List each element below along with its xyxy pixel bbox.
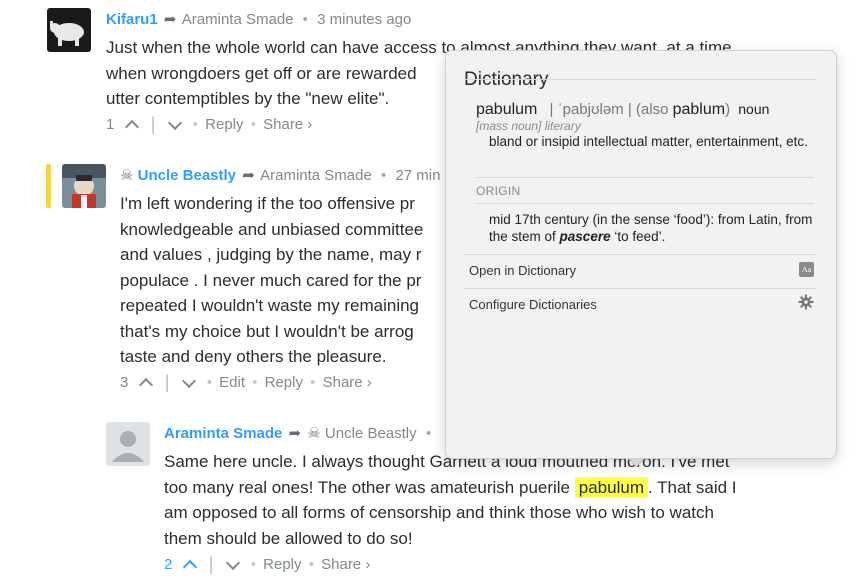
divider (464, 288, 816, 289)
divider: | (208, 554, 214, 574)
comment-meta: Kifaru1 ➦ Araminta Smade • 3 minutes ago (106, 10, 411, 28)
comment-meta: Araminta Smade ➦ ☠ Uncle Beastly • (164, 424, 436, 442)
definition: bland or insipid intellectual matter, en… (489, 134, 808, 149)
comment-meta: ☠ Uncle Beastly ➦ Araminta Smade • 27 mi… (120, 166, 440, 184)
open-in-dictionary[interactable]: Open in Dictionary (469, 263, 576, 278)
reply-button[interactable]: Reply (263, 556, 301, 573)
headword-line: pabulum | ˈpabjʊləm | (also pablum) noun (476, 101, 769, 119)
downvote-icon[interactable] (181, 373, 196, 388)
comment-actions: 1 | • Reply • Share › (106, 114, 312, 135)
separator-dot: • (310, 374, 316, 391)
comment-line: that's my choice but I wouldn't be arrog (120, 321, 414, 341)
share-button[interactable]: Share › (321, 556, 370, 573)
downvote-icon[interactable] (167, 115, 182, 130)
reply-arrow-icon: ➦ (242, 167, 255, 184)
vote-count: 3 (120, 374, 129, 391)
separator-dot: • (425, 425, 432, 442)
edit-button[interactable]: Edit (219, 374, 245, 391)
separator-dot: • (206, 374, 212, 391)
divider (476, 203, 814, 204)
comment-line: and values , judging by the name, may r (120, 245, 422, 264)
configure-dictionaries[interactable]: Configure Dictionaries (469, 297, 597, 312)
skull-icon: ☠ (307, 425, 321, 442)
comment-line: them should be allowed to do so! (164, 528, 413, 548)
comment-line: repeated I wouldn't waste my remaining (120, 296, 420, 315)
comment-line: taste and deny others the pleasure. (120, 347, 387, 366)
comment-text: . That said I (647, 477, 737, 497)
comment-line: am opposed to all forms of censorship an… (164, 503, 714, 522)
register-label: [mass noun] literary (476, 119, 581, 133)
avatar[interactable] (47, 8, 91, 52)
separator-dot: • (250, 556, 256, 573)
timestamp[interactable]: 27 min (395, 167, 440, 184)
separator-dot: • (381, 167, 387, 184)
dictionary-app-icon[interactable]: Aa (799, 262, 814, 277)
origin-text: mid 17th century (in the sense ‘food’): … (489, 212, 813, 244)
upvote-icon[interactable] (124, 119, 139, 134)
separator-dot: • (302, 11, 308, 28)
part-of-speech: noun (738, 101, 770, 117)
share-button[interactable]: Share › (323, 374, 372, 391)
share-button[interactable]: Share › (263, 116, 312, 133)
popover-title: Dictionary (464, 69, 549, 90)
divider (464, 254, 816, 255)
divider: | (164, 372, 170, 392)
origin-word: pascere (559, 229, 611, 244)
upvote-icon[interactable] (182, 559, 197, 574)
reply-to-link[interactable]: Araminta Smade (260, 167, 372, 184)
avatar[interactable] (62, 164, 106, 208)
variant: (also pablum) (635, 101, 731, 118)
divider (464, 79, 816, 80)
divider (476, 177, 814, 178)
reply-arrow-icon: ➦ (163, 11, 177, 28)
comment-actions: 2 | • Reply • Share › (164, 554, 370, 575)
highlighted-word[interactable]: pabulum (574, 476, 648, 498)
skull-icon: ☠ (120, 167, 134, 184)
comment-line: knowledgeable and unbiased committee (120, 219, 424, 239)
origin-label: ORIGIN (476, 184, 521, 198)
reply-button[interactable]: Reply (205, 116, 243, 133)
comment-line: I'm left wondering if the too offensive … (120, 194, 415, 213)
author-link[interactable]: Kifaru1 (106, 11, 158, 28)
comment-line: too many real ones! The other was amateu… (164, 475, 737, 501)
new-comment-indicator (46, 164, 51, 208)
downvote-icon[interactable] (225, 555, 240, 570)
reply-to-link[interactable]: Uncle Beastly (325, 425, 417, 442)
upvote-icon[interactable] (138, 377, 153, 392)
divider: | (150, 114, 156, 134)
comment-text: too many real ones! The other was amateu… (164, 477, 571, 497)
comment-body: Same here uncle. I always thought Garnet… (164, 449, 737, 551)
variant-word: pablum (672, 101, 726, 118)
timestamp[interactable]: 3 minutes ago (317, 11, 411, 28)
author-link[interactable]: Araminta Smade (164, 425, 282, 442)
comment-body: I'm left wondering if the too offensive … (120, 191, 423, 370)
reply-arrow-icon: ➦ (288, 425, 302, 442)
pronunciation: | ˈpabjʊləm | (549, 101, 632, 118)
comment-line: populace . I never much cared for the pr (120, 270, 422, 290)
headword: pabulum (476, 101, 538, 118)
comment-actions: 3 | • Edit • Reply • Share › (120, 372, 372, 393)
separator-dot: • (192, 116, 198, 133)
reply-to-link[interactable]: Araminta Smade (182, 11, 294, 28)
reply-button[interactable]: Reply (265, 374, 303, 391)
dictionary-popover: Dictionary pabulum | ˈpabjʊləm | (also p… (445, 50, 837, 459)
vote-count: 1 (106, 116, 115, 133)
gear-icon[interactable] (798, 294, 814, 315)
separator-dot: • (250, 116, 256, 133)
separator-dot: • (252, 374, 258, 391)
avatar[interactable] (106, 422, 150, 466)
vote-count: 2 (164, 556, 173, 573)
separator-dot: • (308, 556, 314, 573)
author-link[interactable]: Uncle Beastly (138, 167, 236, 184)
